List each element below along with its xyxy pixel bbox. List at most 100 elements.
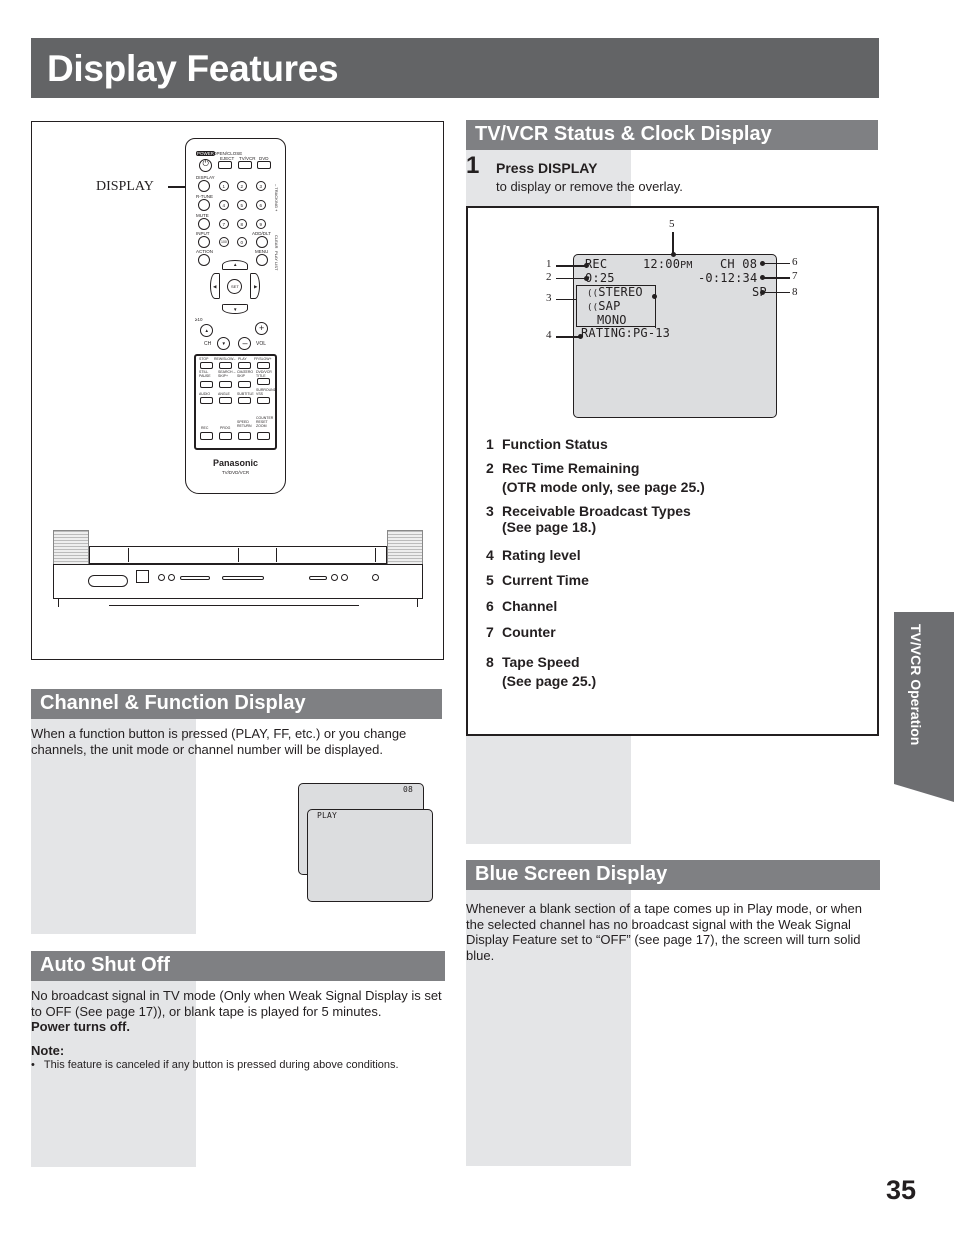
step-title: Press DISPLAY: [496, 160, 598, 176]
callout-dot-8: [760, 290, 765, 295]
power-icon: ⏻: [202, 159, 209, 168]
remote-nav-right[interactable]: ▶: [250, 273, 260, 299]
unit-rec-button[interactable]: [331, 574, 338, 581]
remote-key-6[interactable]: 6: [256, 200, 266, 210]
callout-1: 1: [546, 258, 552, 270]
section-header-channel-function: Channel & Function Display: [31, 689, 442, 719]
remote-rew-button[interactable]: [219, 362, 232, 369]
callout-5: 5: [669, 218, 675, 230]
remote-mute-button[interactable]: [198, 218, 210, 230]
remote-key-5[interactable]: 5: [237, 200, 247, 210]
osd-rating: RATING:PG-13: [581, 326, 671, 340]
legend-number: 1: [486, 436, 494, 452]
remote-angle-button[interactable]: [219, 397, 232, 404]
unit-ch-vol-buttons[interactable]: [222, 576, 264, 580]
remote-speed-button[interactable]: [238, 432, 251, 440]
remote-surround-button[interactable]: [257, 397, 270, 404]
note-item: • This feature is canceled if any button…: [31, 1058, 451, 1074]
remote-nav-down[interactable]: ▼: [222, 304, 248, 314]
remote-key-1[interactable]: 1: [219, 181, 229, 191]
remote-ch-up-button[interactable]: ▲: [200, 324, 213, 337]
audio-signal-icon: ((: [587, 303, 599, 313]
remote-key-0[interactable]: 0: [237, 237, 247, 247]
remote-input-button[interactable]: [198, 236, 210, 248]
remote-title-button[interactable]: [257, 378, 270, 385]
display-callout-label: DISPLAY: [96, 179, 154, 194]
arrow-up-icon: ▲: [204, 327, 209, 333]
remote-key-100[interactable]: 100: [219, 237, 229, 247]
remote-and-unit-illustration: DISPLAY POWER OPEN/CLOSE EJECT TV/VCR DV…: [31, 121, 444, 660]
remote-rec-button[interactable]: [200, 432, 213, 440]
unit-open-close-button[interactable]: [372, 574, 379, 581]
remote-ch-down-button[interactable]: ▼: [217, 337, 230, 350]
remote-prog-button[interactable]: [219, 432, 232, 440]
key-label: 8: [240, 221, 244, 227]
section-header-blue-screen: Blue Screen Display: [466, 860, 880, 890]
remote-key-2[interactable]: 2: [237, 181, 247, 191]
remote-stop-label: STOP: [199, 357, 209, 361]
unit-play-button[interactable]: [168, 574, 175, 581]
remote-subtitle-button[interactable]: [238, 397, 251, 404]
set-label: SET: [231, 284, 239, 289]
unit-eject-button[interactable]: [341, 574, 348, 581]
time-value: 12:00: [643, 257, 681, 271]
remote-key-7[interactable]: 7: [219, 219, 229, 229]
key-label: 0: [240, 239, 244, 245]
remote-display-button[interactable]: [198, 180, 210, 192]
av-input-jacks: [88, 575, 128, 587]
unit-rew-ff-buttons[interactable]: [180, 576, 210, 580]
remote-key-8[interactable]: 8: [237, 219, 247, 229]
remote-rec-label: REC: [201, 426, 209, 430]
note-text: This feature is canceled if any button i…: [43, 1059, 399, 1071]
legend-subtext: (See page 18.): [502, 519, 597, 535]
remote-set-button[interactable]: SET: [227, 279, 242, 294]
remote-add-dlt-button[interactable]: [256, 236, 268, 248]
remote-vol-up-button[interactable]: +: [255, 322, 268, 335]
remote-zoom-button[interactable]: [257, 432, 270, 440]
auto-shut-off-body: No broadcast signal in TV mode (Only whe…: [31, 988, 447, 1035]
section-heading: Channel & Function Display: [40, 692, 306, 714]
side-tab-tv-vcr-operation[interactable]: TV/VCR Operation: [894, 612, 954, 802]
callout-dot-7: [760, 275, 765, 280]
remote-audio-label: AUDIO: [199, 392, 211, 396]
callout-6: 6: [792, 256, 798, 268]
legend-number: 2: [486, 460, 494, 476]
remote-audio-button[interactable]: [200, 397, 213, 404]
remote-key-4[interactable]: 4: [219, 200, 229, 210]
remote-playlist-label: PLAY LIST: [274, 251, 279, 271]
osd-sap: ((SAP: [587, 299, 621, 313]
plus-icon: +: [259, 323, 265, 333]
unit-power-button[interactable]: [136, 570, 149, 583]
legend-text: Channel: [502, 598, 558, 614]
remote-rtune-button[interactable]: [198, 199, 210, 211]
remote-eject-button[interactable]: [218, 161, 232, 169]
remote-tvvcr-button[interactable]: [238, 161, 252, 169]
remote-cmzero-button[interactable]: [238, 381, 251, 388]
remote-play-button[interactable]: [238, 362, 251, 369]
note-label: Note:: [31, 1043, 65, 1058]
remote-ff-button[interactable]: [257, 362, 270, 369]
callout-dot-3: [652, 294, 657, 299]
remote-transport-panel: STOP REW/SLOW– PLAY FF/SLOW+ STILL PAUSE…: [194, 354, 277, 450]
key-label: 4: [222, 202, 226, 208]
legend-text: Rating level: [502, 547, 581, 563]
remote-power-button[interactable]: ⏻: [199, 159, 212, 172]
remote-key-9[interactable]: 9: [256, 219, 266, 229]
title-bar: Display Features: [31, 38, 879, 98]
unit-tracking-buttons[interactable]: [309, 576, 327, 580]
remote-nav-left[interactable]: ◀: [210, 273, 220, 299]
remote-speed-label: SPEED RETURN: [237, 420, 252, 428]
unit-stop-button[interactable]: [158, 574, 165, 581]
remote-action-button[interactable]: [198, 254, 210, 266]
remote-menu-button[interactable]: [256, 254, 268, 266]
remote-nav-up[interactable]: ▲: [222, 260, 248, 270]
remote-vol-down-button[interactable]: –: [238, 337, 251, 350]
remote-search-button[interactable]: [219, 381, 232, 388]
remote-key-3[interactable]: 3: [256, 181, 266, 191]
remote-counter-label: COUNTER RESET ZOOM: [256, 416, 274, 428]
remote-dvd-button[interactable]: [257, 161, 271, 169]
remote-stop-button[interactable]: [200, 362, 213, 369]
arrow-down-icon: ▼: [233, 307, 238, 312]
remote-play-label: PLAY: [238, 357, 247, 361]
remote-still-button[interactable]: [200, 381, 213, 388]
